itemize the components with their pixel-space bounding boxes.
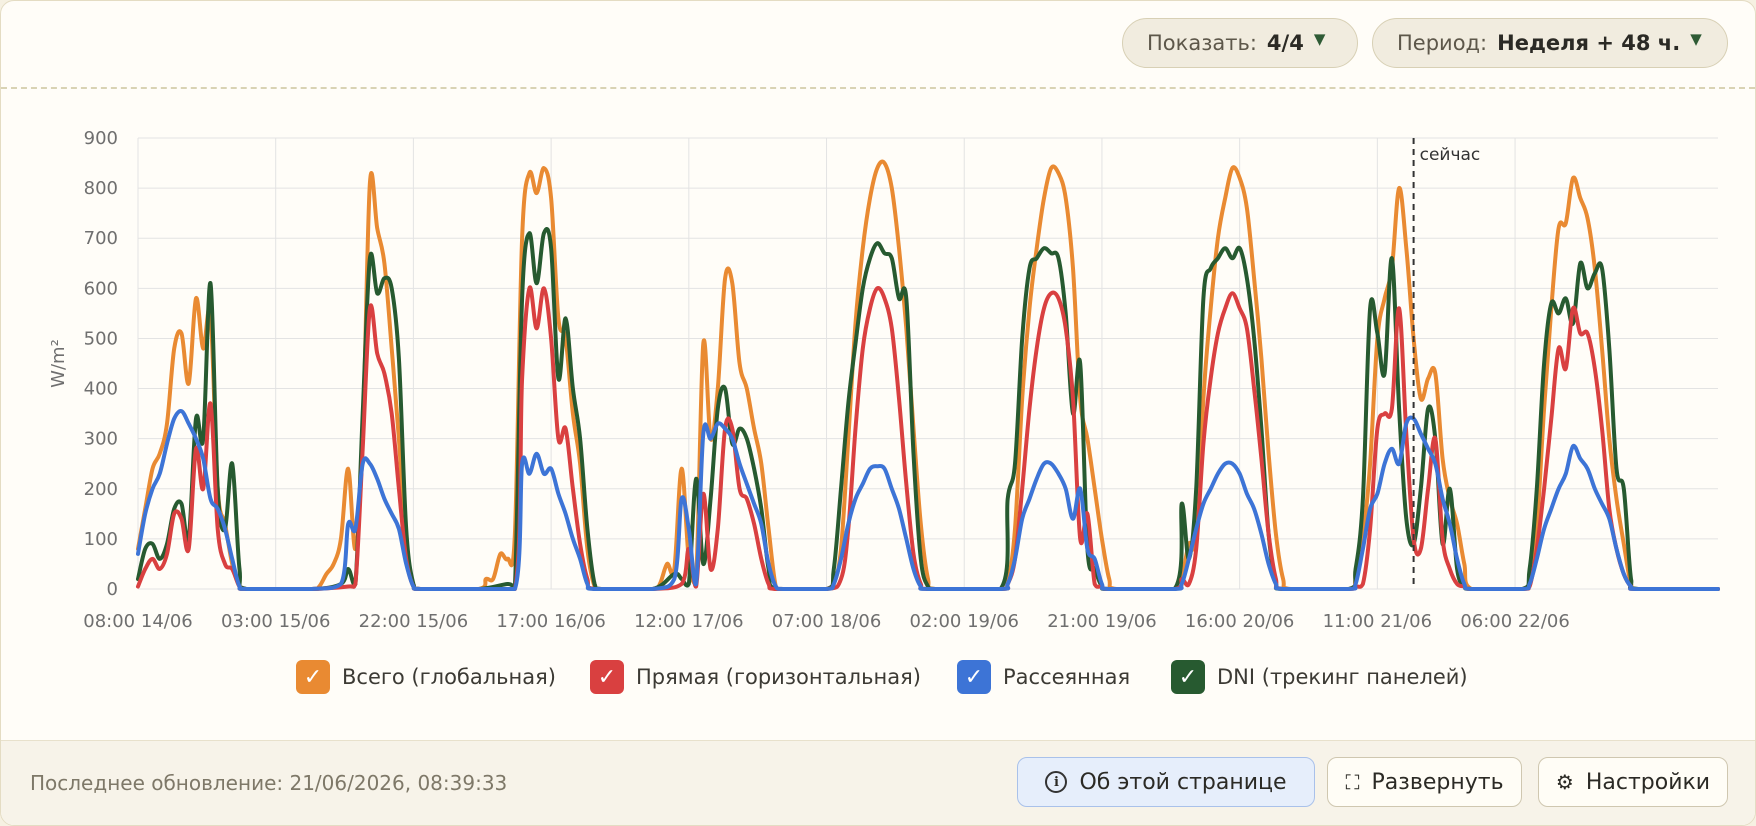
y-tick-label: 200 [84,479,118,500]
x-tick-label: 03:00 15/06 [221,611,330,632]
info-icon: i [1045,771,1068,793]
series-line-diffuse [136,408,1720,591]
legend-item-dni[interactable]: ✓ DNI (трекинг панелей) [1171,657,1468,697]
x-tick-label: 12:00 17/06 [634,611,743,632]
caret-down-icon: ▼ [1313,30,1326,48]
y-axis-label: W/m² [48,339,69,388]
checkbox-checked-icon[interactable]: ✓ [957,660,991,694]
last-update-text: Последнее обновление: 21/06/2026, 08:39:… [30,771,508,795]
legend-item-direct[interactable]: ✓ Прямая (горизонтальная) [590,657,921,697]
settings-label: Настройки [1585,769,1711,795]
checkbox-checked-icon[interactable]: ✓ [296,660,330,694]
period-dropdown[interactable]: Период: Неделя + 48 ч. ▼ [1372,18,1728,68]
legend-label: Рассеянная [1003,665,1131,689]
y-tick-label: 600 [84,278,118,299]
x-tick-label: 22:00 15/06 [359,611,468,632]
x-tick-label: 02:00 19/06 [910,611,1019,632]
settings-button[interactable]: ⚙ Настройки [1538,757,1728,807]
legend-item-global[interactable]: ✓ Всего (глобальная) [296,657,556,697]
y-tick-label: 800 [84,178,118,199]
series-line-global [136,159,1720,591]
checkbox-checked-icon[interactable]: ✓ [1171,660,1205,694]
x-tick-label: 06:00 22/06 [1460,611,1569,632]
about-page-button[interactable]: i Об этой странице [1017,757,1315,807]
y-tick-label: 300 [84,429,118,450]
y-tick-label: 900 [84,128,118,149]
about-label: Об этой странице [1079,769,1287,795]
chart-card: Показать: 4/4 ▼ Период: Неделя + 48 ч. ▼… [0,0,1756,826]
period-value: Неделя + 48 ч. [1497,31,1681,55]
expand-icon: ⛶ [1345,770,1360,794]
show-value: 4/4 [1266,31,1304,55]
checkbox-checked-icon[interactable]: ✓ [590,660,624,694]
legend-label: DNI (трекинг панелей) [1217,665,1468,689]
series-line-dni [136,227,1720,591]
caret-down-icon: ▼ [1690,30,1702,48]
irradiance-line-chart: 0 100 200 300 400 500 600 700 800 900 08:00 14/06 0… [48,128,1720,632]
legend-item-diffuse[interactable]: ✓ Рассеянная [957,657,1130,697]
show-label: Показать: [1147,31,1257,55]
x-tick-label: 16:00 20/06 [1185,611,1294,632]
y-tick-label: 0 [107,579,118,600]
y-tick-label: 700 [84,228,118,249]
x-tick-label: 08:00 14/06 [83,611,192,632]
legend-label: Прямая (горизонтальная) [636,665,921,689]
expand-label: Развернуть [1371,769,1504,795]
show-series-dropdown[interactable]: Показать: 4/4 ▼ [1122,18,1358,68]
x-tick-label: 07:00 18/06 [772,611,881,632]
x-tick-label: 21:00 19/06 [1047,611,1156,632]
now-marker-label: сейчас [1420,145,1481,165]
y-tick-label: 400 [84,379,118,400]
legend-label: Всего (глобальная) [342,665,556,689]
y-tick-label: 500 [84,328,118,349]
expand-button[interactable]: ⛶ Развернуть [1327,757,1522,807]
chart-toolbar: Показать: 4/4 ▼ Период: Неделя + 48 ч. ▼ [1,1,1755,89]
x-tick-label: 11:00 21/06 [1323,611,1432,632]
y-tick-label: 100 [84,529,118,550]
x-tick-label: 17:00 16/06 [496,611,605,632]
gear-icon: ⚙ [1555,770,1574,794]
period-label: Период: [1397,31,1488,55]
footer: Последнее обновление: 21/06/2026, 08:39:… [1,740,1755,825]
